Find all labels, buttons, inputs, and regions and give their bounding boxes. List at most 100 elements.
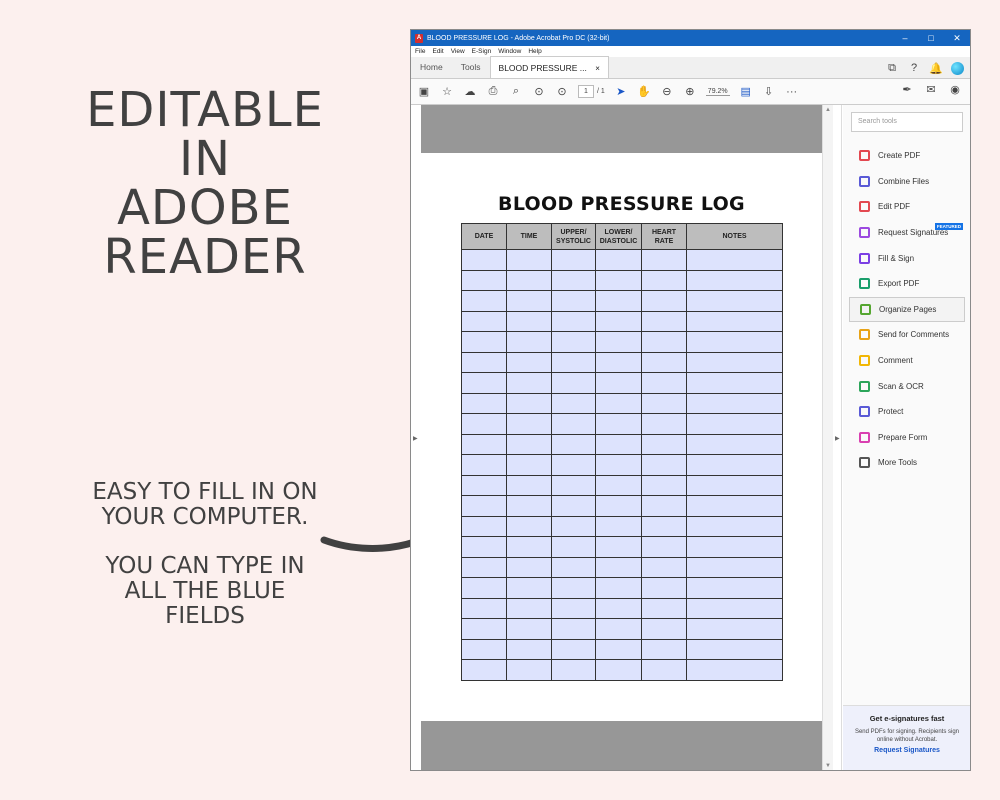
close-tab-icon[interactable]: ×	[595, 64, 600, 73]
fillable-field[interactable]	[595, 474, 642, 496]
fillable-field[interactable]	[595, 638, 642, 660]
fillable-field[interactable]	[506, 536, 552, 558]
fillable-field[interactable]	[641, 474, 687, 496]
fillable-field[interactable]	[461, 290, 507, 312]
upload-cloud-icon[interactable]: ☁	[463, 85, 477, 99]
left-panel-toggle-icon[interactable]: ▶	[413, 435, 418, 442]
fillable-field[interactable]	[461, 638, 507, 660]
tab-document[interactable]: BLOOD PRESSURE ... ×	[489, 56, 609, 78]
search-icon[interactable]: ⌕	[509, 85, 523, 99]
fillable-field[interactable]	[506, 659, 552, 681]
fillable-field[interactable]	[686, 515, 783, 537]
page-number-input[interactable]: 1	[578, 85, 594, 98]
fillable-field[interactable]	[461, 474, 507, 496]
fillable-field[interactable]	[641, 577, 687, 599]
fillable-field[interactable]	[506, 331, 552, 353]
fillable-field[interactable]	[461, 249, 507, 271]
fillable-field[interactable]	[506, 577, 552, 599]
fillable-field[interactable]	[551, 515, 596, 537]
fillable-field[interactable]	[641, 392, 687, 414]
fillable-field[interactable]	[461, 454, 507, 476]
fillable-field[interactable]	[641, 290, 687, 312]
fillable-field[interactable]	[461, 310, 507, 332]
fillable-field[interactable]	[595, 536, 642, 558]
email-icon[interactable]: ✉	[924, 82, 938, 96]
fillable-field[interactable]	[686, 249, 783, 271]
menu-help[interactable]: Help	[528, 48, 541, 55]
fillable-field[interactable]	[595, 556, 642, 578]
fillable-field[interactable]	[506, 249, 552, 271]
fillable-field[interactable]	[506, 638, 552, 660]
fillable-field[interactable]	[595, 310, 642, 332]
fillable-field[interactable]	[595, 249, 642, 271]
tool-protect[interactable]: Protect	[849, 399, 965, 425]
fillable-field[interactable]	[686, 413, 783, 435]
fillable-field[interactable]	[506, 351, 552, 373]
fillable-field[interactable]	[641, 515, 687, 537]
star-icon[interactable]: ☆	[440, 85, 454, 99]
tool-export-pdf[interactable]: Export PDF	[849, 271, 965, 297]
fillable-field[interactable]	[551, 597, 596, 619]
fillable-field[interactable]	[461, 577, 507, 599]
fillable-field[interactable]	[641, 269, 687, 291]
bell-icon[interactable]: 🔔	[929, 61, 943, 75]
fillable-field[interactable]	[551, 495, 596, 517]
fillable-field[interactable]	[461, 618, 507, 640]
fillable-field[interactable]	[551, 454, 596, 476]
fillable-field[interactable]	[551, 249, 596, 271]
fillable-field[interactable]	[595, 413, 642, 435]
fillable-field[interactable]	[686, 577, 783, 599]
fillable-field[interactable]	[551, 310, 596, 332]
fillable-field[interactable]	[595, 331, 642, 353]
menu-window[interactable]: Window	[498, 48, 521, 55]
tool-organize-pages[interactable]: Organize Pages	[849, 296, 965, 323]
fillable-field[interactable]	[506, 515, 552, 537]
more-tools-menu[interactable]: ···	[785, 85, 799, 99]
tool-combine-files[interactable]: Combine Files	[849, 169, 965, 195]
fillable-field[interactable]	[551, 269, 596, 291]
fillable-field[interactable]	[506, 474, 552, 496]
save-icon[interactable]: ▣	[417, 85, 431, 99]
fillable-field[interactable]	[686, 474, 783, 496]
fillable-field[interactable]	[461, 413, 507, 435]
fillable-field[interactable]	[506, 556, 552, 578]
fillable-field[interactable]	[641, 618, 687, 640]
tool-request-signatures[interactable]: Request Signatures FEATURED	[849, 220, 965, 246]
fillable-field[interactable]	[506, 290, 552, 312]
scroll-down-icon[interactable]: ▼	[825, 763, 831, 769]
fillable-field[interactable]	[595, 659, 642, 681]
fillable-field[interactable]	[686, 597, 783, 619]
tab-home[interactable]: Home	[411, 62, 452, 78]
fillable-field[interactable]	[551, 331, 596, 353]
fillable-field[interactable]	[595, 577, 642, 599]
menu-file[interactable]: File	[415, 48, 425, 55]
fillable-field[interactable]	[506, 392, 552, 414]
fillable-field[interactable]	[461, 659, 507, 681]
fillable-field[interactable]	[551, 577, 596, 599]
page-display-icon[interactable]: ▤	[739, 85, 753, 99]
close-window-button[interactable]: ✕	[944, 33, 970, 44]
select-cursor-icon[interactable]: ➤	[614, 85, 628, 99]
tool-fill-sign[interactable]: Fill & Sign	[849, 245, 965, 271]
fillable-field[interactable]	[641, 454, 687, 476]
menu-esign[interactable]: E-Sign	[472, 48, 492, 55]
fillable-field[interactable]	[461, 597, 507, 619]
fillable-field[interactable]	[595, 597, 642, 619]
fillable-field[interactable]	[641, 495, 687, 517]
fillable-field[interactable]	[551, 659, 596, 681]
fillable-field[interactable]	[686, 536, 783, 558]
fillable-field[interactable]	[595, 618, 642, 640]
fillable-field[interactable]	[686, 290, 783, 312]
zoom-level-select[interactable]: 79.2%	[705, 88, 730, 96]
fillable-field[interactable]	[686, 433, 783, 455]
fillable-field[interactable]	[551, 556, 596, 578]
page-up-icon[interactable]: ⊙	[532, 85, 546, 99]
menu-edit[interactable]: Edit	[432, 48, 443, 55]
request-signatures-link[interactable]: Request Signatures	[843, 747, 970, 754]
search-tools-input[interactable]: Search tools	[851, 112, 963, 132]
print-icon[interactable]: ⎙	[486, 85, 500, 99]
fillable-field[interactable]	[595, 433, 642, 455]
scroll-up-icon[interactable]: ▲	[825, 107, 831, 113]
fillable-field[interactable]	[461, 495, 507, 517]
fillable-field[interactable]	[686, 392, 783, 414]
